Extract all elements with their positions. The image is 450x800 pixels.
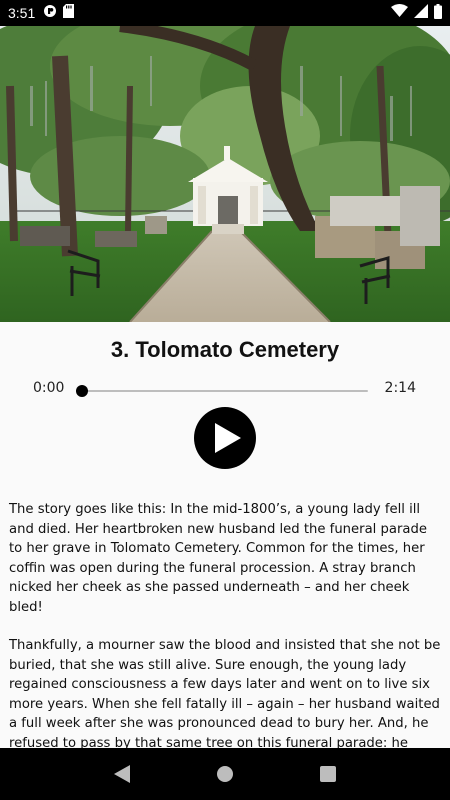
recents-button[interactable] [312,758,344,790]
navigation-bar [0,748,450,800]
hero-image [0,26,450,322]
duration-time: 2:14 [384,380,416,396]
play-button[interactable] [194,407,256,469]
back-button[interactable] [106,758,138,790]
home-icon [216,766,233,782]
elapsed-time: 0:00 [33,380,65,396]
screen-record-icon [43,4,57,22]
story-paragraph-1: The story goes like this: In the mid-180… [9,502,427,615]
battery-icon [434,3,442,23]
wifi-icon [391,4,408,22]
recents-icon [320,766,337,782]
seek-bar[interactable] [82,390,368,392]
back-icon [113,765,130,783]
audio-player: 0:00 2:14 [0,370,450,410]
play-icon [215,423,241,453]
track-title: 3. Tolomato Cemetery [110,337,340,362]
cemetery-photo [0,26,450,322]
status-bar: 3:51 [0,0,450,26]
seek-thumb[interactable] [76,385,88,397]
home-button[interactable] [209,758,241,790]
cellular-signal-icon [414,4,428,22]
status-time: 3:51 [8,5,36,21]
sd-card-icon [63,4,75,22]
